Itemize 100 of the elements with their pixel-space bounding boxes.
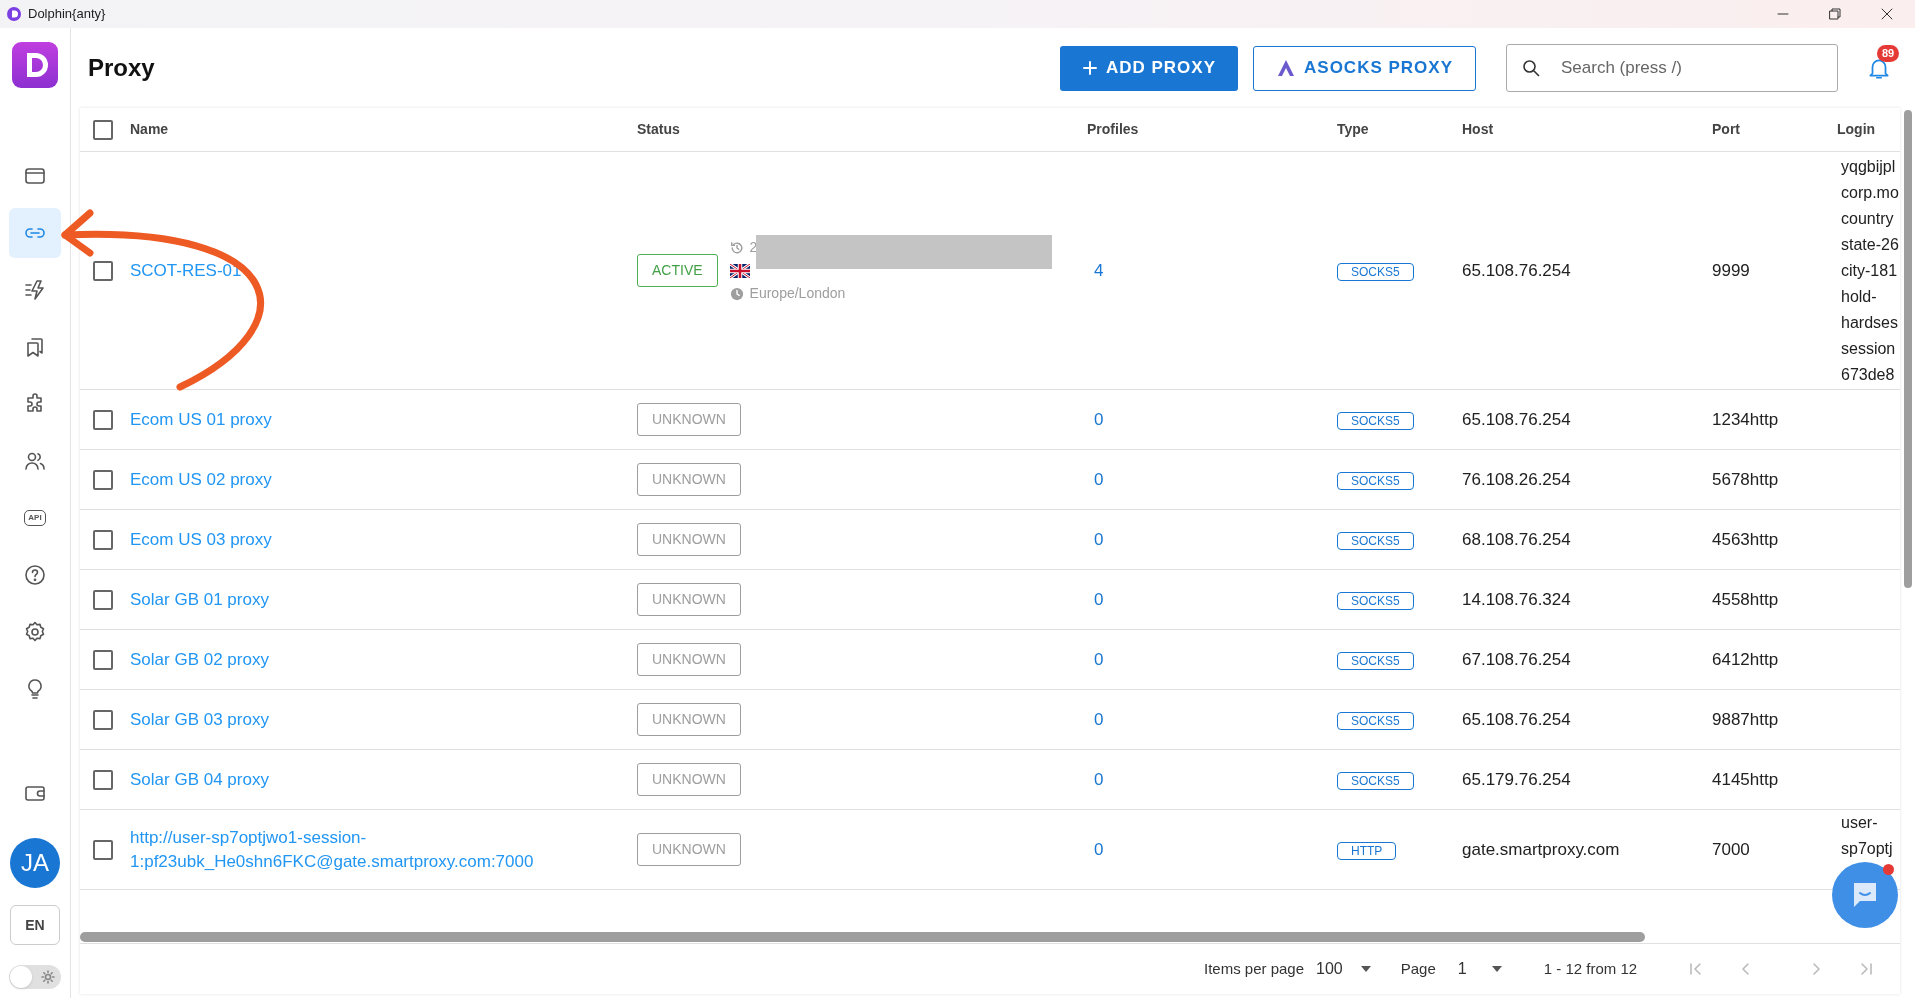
add-proxy-button[interactable]: ADD PROXY [1059, 45, 1238, 91]
profiles-count-link[interactable]: 0 [1094, 529, 1104, 549]
host-text: 65.179.76.254 [1462, 769, 1571, 789]
column-header[interactable]: Profiles [1087, 121, 1139, 137]
checkbox[interactable] [93, 119, 113, 140]
date-text: 2 [749, 238, 758, 257]
status-badge: UNKNOWN [637, 833, 741, 866]
proxy-type-tag: SOCKS5 [1337, 711, 1414, 730]
sidebar-item[interactable]: API [9, 493, 61, 543]
port-text: 4563http [1712, 529, 1779, 549]
checkbox[interactable] [93, 529, 113, 550]
profiles-count-link[interactable]: 0 [1094, 839, 1104, 859]
page-title: Proxy [88, 53, 155, 83]
page-range-text: 1 - 12 from 12 [1543, 958, 1638, 979]
proxy-name-link[interactable]: SCOT-RES-01 [130, 258, 242, 283]
checkbox[interactable] [93, 709, 113, 730]
checkbox[interactable] [93, 409, 113, 430]
host-text: 14.108.76.324 [1462, 589, 1571, 609]
host-text: 65.108.76.254 [1462, 409, 1571, 429]
login-text: 673de8 [1841, 364, 1896, 385]
host-text: 68.108.76.254 [1462, 529, 1571, 549]
port-text: 5678http [1712, 469, 1779, 489]
profiles-count-link[interactable]: 0 [1094, 409, 1104, 429]
restore-icon[interactable] [1829, 8, 1841, 20]
status-badge: UNKNOWN [637, 763, 741, 796]
theme-toggle[interactable] [9, 965, 61, 989]
status-badge: UNKNOWN [637, 643, 741, 676]
port-text: 9887http [1712, 709, 1779, 729]
profiles-count-link[interactable]: 0 [1094, 469, 1104, 489]
profiles-count-link[interactable]: 4 [1094, 260, 1104, 280]
asocks-proxy-button[interactable]: ASOCKS PROXY [1253, 45, 1476, 91]
login-text: user- [1841, 813, 1879, 833]
login-text: country [1841, 208, 1895, 229]
timezone-text: Europe/London [749, 284, 846, 303]
status-badge: UNKNOWN [637, 463, 741, 496]
proxy-type-tag: SOCKS5 [1337, 531, 1414, 550]
proxy-type-tag: HTTP [1337, 841, 1397, 860]
status-badge: UNKNOWN [637, 703, 741, 736]
caret-down-icon [1360, 966, 1371, 972]
horizontal-scrollbar[interactable] [80, 931, 1645, 942]
checkbox[interactable] [93, 589, 113, 610]
proxy-type-tag: SOCKS5 [1337, 471, 1414, 490]
status-badge: UNKNOWN [637, 523, 741, 556]
port-text: 1234http [1712, 409, 1779, 429]
proxy-type-tag: SOCKS5 [1337, 262, 1414, 281]
login-text: city-181 [1841, 260, 1899, 281]
user-avatar[interactable]: JA [10, 838, 60, 888]
column-header[interactable]: Port [1712, 121, 1740, 137]
checkbox[interactable] [93, 769, 113, 790]
proxy-type-tag: SOCKS5 [1337, 771, 1414, 790]
profiles-count-link[interactable]: 0 [1094, 769, 1104, 789]
proxy-name-link[interactable]: Solar GB 01 proxy [130, 587, 269, 612]
column-header[interactable]: Type [1337, 121, 1369, 137]
lightning-icon [23, 278, 47, 302]
proxy-name-link[interactable]: Solar GB 02 proxy [130, 647, 269, 672]
column-header[interactable]: Login [1837, 121, 1876, 137]
app-logo-icon[interactable] [12, 42, 58, 88]
checkbox[interactable] [93, 649, 113, 670]
sun-icon [41, 970, 55, 984]
language-button[interactable]: EN [10, 905, 60, 945]
port-text: 4145http [1712, 769, 1779, 789]
plus-icon [1081, 60, 1098, 76]
proxy-name-link[interactable]: http://user-sp7optjwo1-session-1:pf23ubk_He0shn6FKC@gate.smartproxy.com:7000 [130, 825, 600, 874]
profiles-count-link[interactable]: 0 [1094, 589, 1104, 609]
uk-flag-icon [729, 263, 750, 278]
host-text: 65.108.76.254 [1462, 709, 1571, 729]
proxy-name-link[interactable]: Ecom US 03 proxy [130, 527, 272, 552]
column-header[interactable]: Host [1462, 121, 1494, 137]
page-label: Page [1400, 958, 1436, 979]
page-select[interactable]: 1 [1457, 957, 1502, 981]
proxy-name-link[interactable]: Solar GB 03 proxy [130, 707, 269, 732]
profiles-count-link[interactable]: 0 [1094, 709, 1104, 729]
host-text: 65.108.76.254 [1462, 260, 1571, 280]
checkbox[interactable] [93, 260, 113, 281]
search-field[interactable]: Search (press /) [1506, 44, 1838, 92]
login-text: state-26 [1841, 234, 1900, 255]
column-header[interactable]: Status [637, 121, 680, 137]
window-title: Dolphin{anty} [28, 5, 106, 24]
proxy-name-link[interactable]: Ecom US 02 proxy [130, 467, 272, 492]
host-text: 67.108.76.254 [1462, 649, 1571, 669]
status-badge: UNKNOWN [637, 583, 741, 616]
vertical-scrollbar[interactable] [1903, 110, 1912, 588]
search-icon [1522, 59, 1540, 77]
profiles-count-link[interactable]: 0 [1094, 649, 1104, 669]
checkbox[interactable] [93, 839, 113, 860]
proxy-name-link[interactable]: Solar GB 04 proxy [130, 767, 269, 792]
column-header[interactable]: Name [130, 121, 169, 137]
triangle-logo-icon [1276, 59, 1296, 77]
login-text: session [1841, 338, 1897, 359]
close-icon[interactable] [1881, 8, 1893, 20]
checkbox[interactable] [93, 469, 113, 490]
proxy-type-tag: SOCKS5 [1337, 651, 1414, 670]
login-text: yqgbijpl [1841, 156, 1897, 177]
clock-icon [729, 286, 744, 301]
host-text: gate.smartproxy.com [1462, 839, 1620, 859]
host-text: 76.108.26.254 [1462, 469, 1571, 489]
port-text: 7000 [1712, 839, 1750, 859]
items-per-page-select[interactable]: 100 [1316, 957, 1371, 981]
proxy-name-link[interactable]: Ecom US 01 proxy [130, 407, 272, 432]
items-per-page-label: Items per page [1204, 958, 1305, 979]
